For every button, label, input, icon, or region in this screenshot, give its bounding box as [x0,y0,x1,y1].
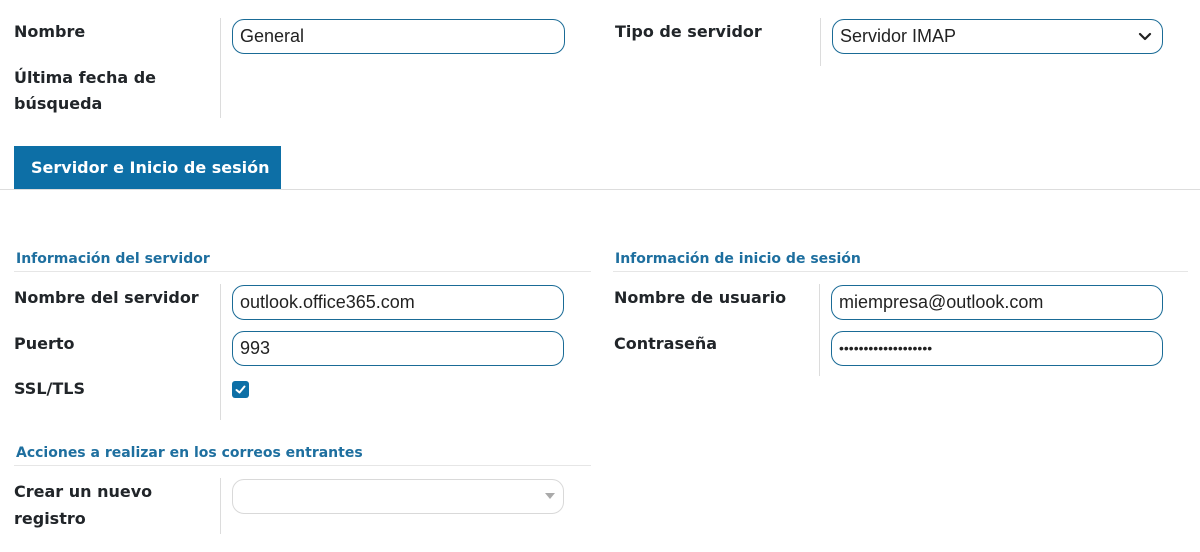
crear-registro-label-line2: registro [14,509,86,528]
field-divider [220,18,221,118]
server-info-title: Información del servidor [16,251,210,267]
tab-bar-divider [0,189,1200,190]
contrasena-label: Contraseña [614,334,718,353]
crear-registro-select[interactable] [232,479,564,514]
usuario-input[interactable]: miempresa@outlook.com [831,285,1163,320]
ssl-tls-checkbox[interactable] [232,381,249,398]
actions-title: Acciones a realizar en los correos entra… [16,445,363,461]
section-divider [613,271,1188,272]
tab-servidor-inicio-sesion[interactable]: Servidor e Inicio de sesión [14,146,281,189]
section-divider [14,465,591,466]
nombre-servidor-input[interactable]: outlook.office365.com [232,285,564,320]
field-divider [819,284,820,376]
tipo-servidor-select[interactable]: Servidor IMAP [832,19,1163,54]
ultima-fecha-label-line2: búsqueda [14,94,103,113]
nombre-label: Nombre [14,22,86,41]
caret-down-icon [545,493,555,499]
crear-registro-label-line1: Crear un nuevo [14,482,153,501]
field-divider [220,284,221,420]
puerto-label: Puerto [14,334,75,353]
tipo-servidor-label: Tipo de servidor [615,22,762,41]
tipo-servidor-value: Servidor IMAP [840,26,957,46]
check-icon [235,385,246,394]
ssl-tls-label: SSL/TLS [14,379,85,398]
nombre-servidor-label: Nombre del servidor [14,288,199,307]
chevron-down-icon [1138,32,1152,41]
login-info-title: Información de inicio de sesión [615,251,861,267]
field-divider [820,18,821,66]
puerto-input[interactable]: 993 [232,331,564,366]
usuario-label: Nombre de usuario [614,288,787,307]
field-divider [220,478,221,534]
nombre-input[interactable]: General [232,19,565,54]
section-divider [14,271,591,272]
contrasena-input[interactable]: ••••••••••••••••••• [831,331,1163,366]
ultima-fecha-label-line1: Última fecha de [14,68,157,87]
